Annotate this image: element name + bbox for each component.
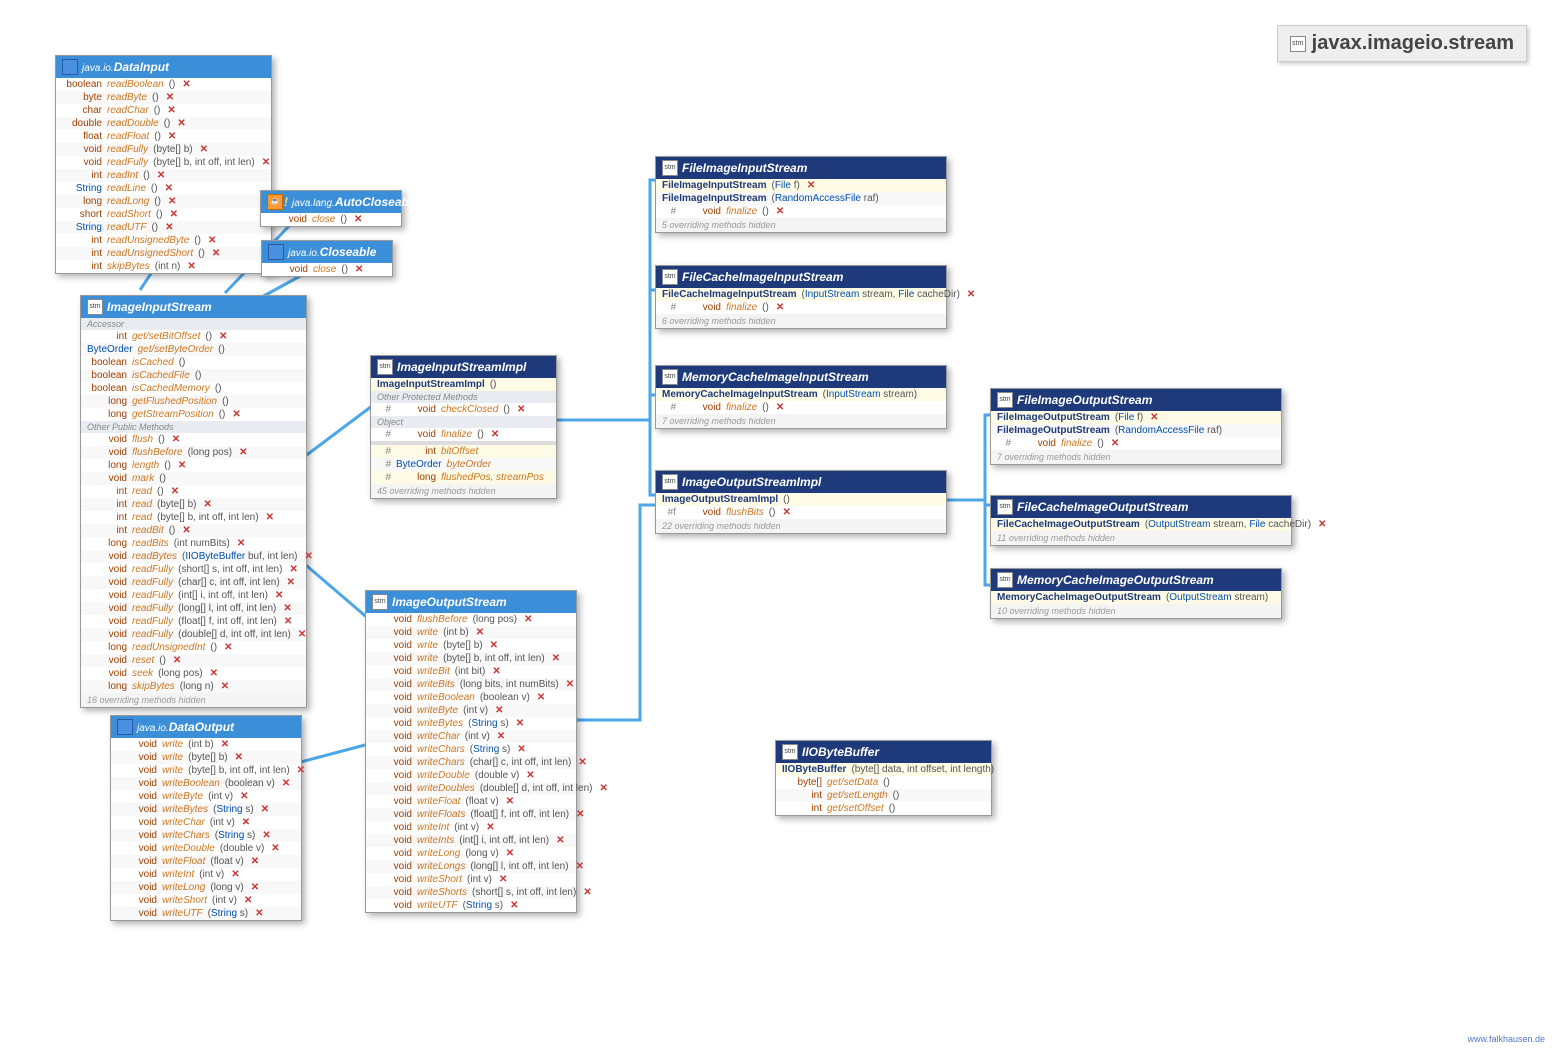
interface-icon: ☕ [267, 194, 283, 210]
class-header: stm FileCacheImageOutputStream [991, 496, 1291, 518]
class-header: java.io.Closeable [262, 241, 392, 263]
class-header: java.io.DataInput [56, 56, 271, 78]
class-box-fileimageoutputstream[interactable]: stm FileImageOutputStream FileImageOutpu… [990, 388, 1282, 465]
class-header: stm ImageInputStream [81, 296, 306, 318]
package-title-text: javax.imageio.stream [1312, 32, 1514, 55]
method-list: #fvoidflushBits()✕ [656, 506, 946, 519]
class-header: ☕ ! java.lang.AutoCloseable [261, 191, 401, 213]
class-box-fileimageinputstream[interactable]: stm FileImageInputStream FileImageInputS… [655, 156, 947, 233]
ctor-list: FileImageInputStream(File f)✕FileImageIn… [656, 179, 946, 205]
class-icon: stm [662, 474, 678, 490]
method-list: voidflush()✕voidflushBefore(long pos)✕lo… [81, 433, 306, 693]
class-header: stm ImageOutputStream [366, 591, 576, 613]
method-list: #voidfinalize()✕ [656, 301, 946, 314]
ctor-list: MemoryCacheImageOutputStream(OutputStrea… [991, 591, 1281, 604]
class-box-imageinputstreamimpl[interactable]: stm ImageInputStreamImpl ImageInputStrea… [370, 355, 557, 499]
class-icon: stm [372, 594, 388, 610]
class-header: stm IIOByteBuffer [776, 741, 991, 763]
class-box-filecacheimageoutputstream[interactable]: stm FileCacheImageOutputStream FileCache… [990, 495, 1292, 546]
method-list: booleanreadBoolean()✕bytereadByte()✕char… [56, 78, 271, 273]
class-icon: stm [662, 269, 678, 285]
field-list: #intbitOffset#ByteOrderbyteOrder#longflu… [371, 445, 556, 484]
method-list: voidclose()✕ [261, 213, 401, 226]
method-list: voidclose()✕ [262, 263, 392, 276]
class-box-memorycacheimageoutputstream[interactable]: stm MemoryCacheImageOutputStream MemoryC… [990, 568, 1282, 619]
class-box-closeable[interactable]: java.io.Closeable voidclose()✕ [261, 240, 393, 277]
class-box-dataoutput[interactable]: java.io.DataOutput voidwrite(int b)✕void… [110, 715, 302, 921]
ctor-list: IIOByteBuffer(byte[] data, int offset, i… [776, 763, 991, 776]
class-header: stm FileImageOutputStream [991, 389, 1281, 411]
section-label: Other Public Methods [81, 421, 306, 433]
ctor-list: ImageOutputStreamImpl() [656, 493, 946, 506]
method-list: byte[]get/setData()intget/setLength()int… [776, 776, 991, 815]
ctor-list: FileCacheImageInputStream(InputStream st… [656, 288, 946, 301]
class-box-iiobytebuffer[interactable]: stm IIOByteBuffer IIOByteBuffer(byte[] d… [775, 740, 992, 816]
class-box-filecacheimageinputstream[interactable]: stm FileCacheImageInputStream FileCacheI… [655, 265, 947, 329]
class-header: stm ImageInputStreamImpl [371, 356, 556, 378]
ctor-list: FileImageOutputStream(File f)✕FileImageO… [991, 411, 1281, 437]
ctor-list: FileCacheImageOutputStream(OutputStream … [991, 518, 1291, 531]
section-label: Object [371, 416, 556, 428]
class-icon: stm [997, 499, 1013, 515]
hidden-note: 6 overriding methods hidden [656, 314, 946, 328]
class-icon: stm [377, 359, 393, 375]
package-icon: stm [1290, 36, 1306, 52]
method-list: #voidfinalize()✕ [656, 401, 946, 414]
class-header: stm MemoryCacheImageOutputStream [991, 569, 1281, 591]
class-icon: stm [997, 572, 1013, 588]
class-box-memorycacheimageinputstream[interactable]: stm MemoryCacheImageInputStream MemoryCa… [655, 365, 947, 429]
hidden-note: 45 overriding methods hidden [371, 484, 556, 498]
class-box-imageoutputstream[interactable]: stm ImageOutputStream voidflushBefore(lo… [365, 590, 577, 913]
class-header: stm FileImageInputStream [656, 157, 946, 179]
hidden-note: 7 overriding methods hidden [991, 450, 1281, 464]
package-title: stm javax.imageio.stream [1277, 25, 1527, 62]
method-list: #voidfinalize()✕ [656, 205, 946, 218]
interface-icon [62, 59, 78, 75]
method-list: #voidfinalize()✕ [371, 428, 556, 441]
method-list: intget/setBitOffset()✕ByteOrderget/setBy… [81, 330, 306, 421]
method-list: #voidcheckClosed()✕ [371, 403, 556, 416]
alert-icon: ! [284, 195, 288, 209]
method-list: voidflushBefore(long pos)✕voidwrite(int … [366, 613, 576, 912]
section-label: Accessor [81, 318, 306, 330]
class-box-imageoutputstreamimpl[interactable]: stm ImageOutputStreamImpl ImageOutputStr… [655, 470, 947, 534]
ctor-list: ImageInputStreamImpl() [371, 378, 556, 391]
ctor-list: MemoryCacheImageInputStream(InputStream … [656, 388, 946, 401]
hidden-note: 5 overriding methods hidden [656, 218, 946, 232]
section-label: Other Protected Methods [371, 391, 556, 403]
hidden-note: 7 overriding methods hidden [656, 414, 946, 428]
hidden-note: 22 overriding methods hidden [656, 519, 946, 533]
class-header: stm MemoryCacheImageInputStream [656, 366, 946, 388]
method-list: voidwrite(int b)✕voidwrite(byte[] b)✕voi… [111, 738, 301, 920]
class-icon: stm [87, 299, 103, 315]
hidden-note: 11 overriding methods hidden [991, 531, 1291, 545]
class-icon: stm [782, 744, 798, 760]
interface-icon [268, 244, 284, 260]
hidden-note: 10 overriding methods hidden [991, 604, 1281, 618]
class-icon: stm [997, 392, 1013, 408]
class-box-datainput[interactable]: java.io.DataInput booleanreadBoolean()✕b… [55, 55, 272, 274]
class-icon: stm [662, 369, 678, 385]
hidden-note: 16 overriding methods hidden [81, 693, 306, 707]
class-header: java.io.DataOutput [111, 716, 301, 738]
class-icon: stm [662, 160, 678, 176]
watermark: www.falkhausen.de [1467, 1034, 1545, 1044]
class-header: stm FileCacheImageInputStream [656, 266, 946, 288]
class-box-autocloseable[interactable]: ☕ ! java.lang.AutoCloseable voidclose()✕ [260, 190, 402, 227]
method-list: #voidfinalize()✕ [991, 437, 1281, 450]
interface-icon [117, 719, 133, 735]
class-header: stm ImageOutputStreamImpl [656, 471, 946, 493]
class-box-imageinputstream[interactable]: stm ImageInputStream Accessor intget/set… [80, 295, 307, 708]
